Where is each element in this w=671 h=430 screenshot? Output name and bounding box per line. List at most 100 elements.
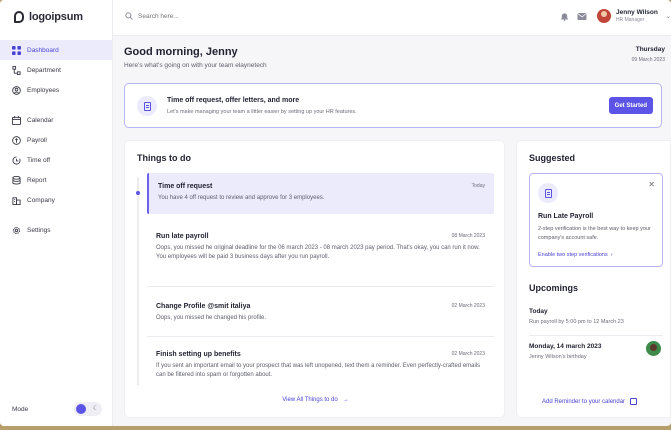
sidebar-item-label: Company	[27, 196, 55, 204]
page-subtitle: Here's what's going on with your team el…	[124, 62, 267, 69]
todo-desc: You have 4 off request to review and app…	[158, 195, 325, 201]
grid-icon	[12, 45, 21, 55]
timeline-track	[137, 177, 139, 385]
chevron-right-icon: ›	[609, 252, 613, 258]
card-title: Things to do	[137, 153, 191, 163]
avatar	[646, 341, 661, 356]
current-day: Thursday	[635, 46, 665, 53]
sidebar-item-department[interactable]: Department	[0, 60, 112, 80]
sidebar-item-label: Time off	[27, 156, 51, 164]
todo-title: Change Profile @smit italiya	[156, 303, 251, 310]
view-all-link[interactable]: View All Things to do →	[125, 397, 506, 403]
theme-toggle[interactable]: ☾	[74, 402, 102, 416]
topbar: Jenny Wilson HR Manager ⌄	[113, 0, 671, 36]
bell-icon[interactable]	[560, 12, 569, 21]
upcomings-title: Upcomings	[529, 283, 579, 293]
document-icon	[137, 96, 157, 116]
todo-date: 02 March 2023	[451, 303, 485, 309]
arrow-right-icon: →	[339, 397, 349, 403]
sidebar-item-calendar[interactable]: Calendar	[0, 110, 112, 130]
banner-subtitle: Let's make managing your team a littler …	[167, 109, 357, 115]
sidebar-item-employees[interactable]: Employees	[0, 80, 112, 100]
sidebar-item-label: Department	[27, 66, 61, 74]
current-date: 09 March 2023	[631, 57, 665, 63]
building-icon	[12, 196, 21, 205]
logo[interactable]: logoipsum	[14, 11, 83, 23]
sidebar-item-company[interactable]: Company	[0, 190, 112, 210]
search-bar	[125, 12, 258, 20]
todo-date: 08 March 2023	[451, 233, 485, 239]
list-item[interactable]: Change Profile @smit italiya 02 March 20…	[147, 295, 494, 337]
top-icons	[560, 12, 587, 21]
todo-date: Today	[471, 183, 485, 189]
todo-desc: Oops, you missed he changed his profile.	[156, 315, 267, 321]
todo-title: Finish setting up benefits	[156, 351, 241, 358]
upcoming-name: Monday, 14 march 2023	[529, 343, 602, 350]
list-item[interactable]: Monday, 14 march 2023 Jenny Wilson's bir…	[529, 343, 663, 360]
enable-2fa-link[interactable]: Enable two step verifications ›	[538, 252, 613, 258]
calendar-icon	[12, 115, 21, 125]
search-icon	[125, 12, 133, 20]
timeline-dot	[136, 191, 140, 195]
hierarchy-icon	[12, 65, 21, 75]
upcoming-sub: Jenny Wilson's birthday	[529, 354, 587, 360]
todo-date: 02 March 2023	[451, 351, 485, 357]
todo-desc: Oops, you missed he original deadline fo…	[156, 245, 480, 260]
logo-icon	[14, 11, 24, 23]
sidebar-item-label: Employees	[27, 86, 60, 94]
banner-title: Time off request, offer letters, and mor…	[167, 97, 300, 104]
sidebar-item-label: Report	[27, 176, 47, 184]
sidebar: logoipsum Dashboard Department Employees	[0, 0, 113, 426]
sidebar-item-payroll[interactable]: Payroll	[0, 130, 112, 150]
user-role: HR Manager	[616, 17, 645, 23]
user-name: Jenny Wilson	[616, 9, 658, 16]
mode-label: Mode	[12, 405, 29, 413]
sidebar-item-time-off[interactable]: Time off	[0, 150, 112, 170]
sidebar-item-settings[interactable]: Settings	[0, 220, 112, 240]
suggestion-title: Run Late Payroll	[538, 213, 594, 220]
sidebar-item-label: Dashboard	[27, 46, 59, 54]
app-window: logoipsum Dashboard Department Employees	[0, 0, 671, 426]
list-item[interactable]: Finish setting up benefits 02 March 2023…	[147, 345, 494, 389]
close-icon[interactable]: ✕	[648, 180, 655, 189]
list-item[interactable]: Run late payroll 08 March 2023 Oops, you…	[147, 225, 494, 287]
page-title: Good morning, Jenny	[124, 46, 238, 58]
suggested-title: Suggested	[529, 153, 576, 163]
logo-text: logoipsum	[29, 11, 83, 23]
mode-switcher: Mode ☾	[12, 402, 102, 416]
gear-icon	[12, 226, 21, 235]
add-reminder-link[interactable]: Add Reminder to your calendar	[542, 398, 638, 405]
suggested-card: Suggested ✕ Run Late Payroll 2-step veri…	[516, 140, 671, 418]
moon-icon: ☾	[92, 405, 99, 412]
upcoming-sub: Run payroll by 5:00 pm to 12 March 23	[529, 319, 624, 325]
sidebar-nav: Dashboard Department Employees Calendar	[0, 40, 112, 240]
sun-icon	[76, 404, 86, 414]
document-icon	[538, 183, 558, 203]
sidebar-item-label: Calendar	[27, 116, 54, 124]
todo-title: Time off request	[158, 183, 213, 190]
users-icon	[12, 85, 21, 95]
things-to-do-card: Things to do Time off request Today You …	[124, 140, 505, 418]
coin-icon	[12, 135, 21, 145]
search-input[interactable]	[138, 12, 258, 20]
setup-banner: Time off request, offer letters, and mor…	[124, 83, 662, 128]
todo-desc: If you sent an important email to your p…	[156, 363, 481, 378]
sidebar-item-label: Payroll	[27, 136, 47, 144]
database-icon	[12, 175, 21, 185]
upcoming-name: Today	[529, 308, 548, 315]
avatar	[597, 9, 611, 23]
todo-title: Run late payroll	[156, 233, 209, 240]
sidebar-item-report[interactable]: Report	[0, 170, 112, 190]
calendar-icon	[630, 398, 638, 405]
chevron-down-icon: ⌄	[665, 13, 671, 20]
sidebar-item-dashboard[interactable]: Dashboard	[0, 40, 112, 60]
list-item[interactable]: Time off request Today You have 4 off re…	[147, 173, 494, 214]
suggestion-desc: 2-step verification is the best way to k…	[538, 226, 651, 241]
mail-icon[interactable]	[577, 12, 587, 21]
user-menu[interactable]: Jenny Wilson HR Manager ⌄	[597, 9, 671, 23]
get-started-button[interactable]: Get Started	[608, 97, 653, 114]
clock-icon	[12, 155, 21, 165]
list-item[interactable]: Today Run payroll by 5:00 pm to 12 March…	[529, 308, 663, 325]
suggestion-item: ✕ Run Late Payroll 2-step verification i…	[529, 173, 663, 267]
sidebar-item-label: Settings	[27, 226, 51, 234]
